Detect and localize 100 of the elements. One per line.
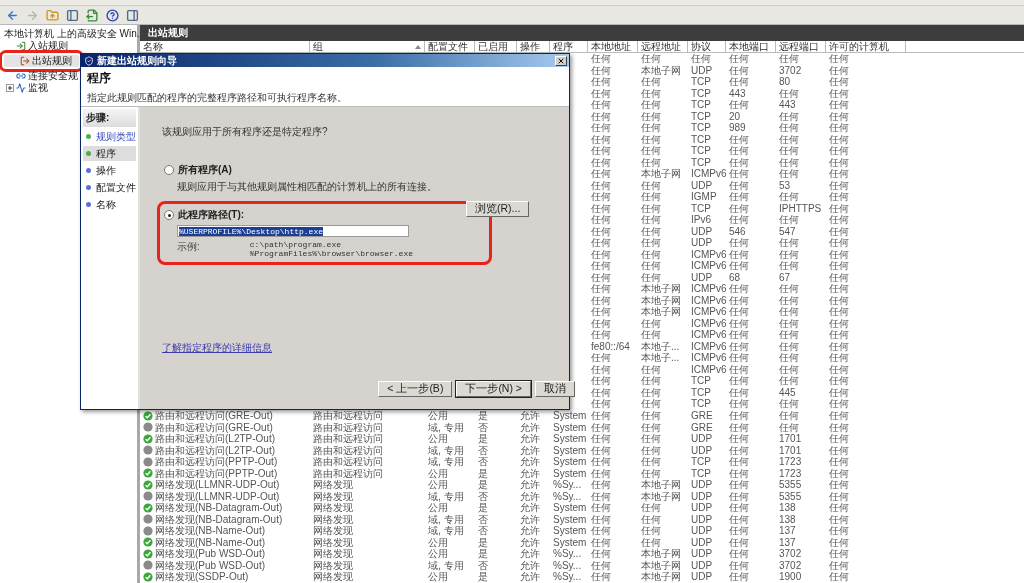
column-header[interactable]: 程序 bbox=[550, 41, 588, 52]
table-cell-text: 任何 bbox=[728, 479, 750, 491]
table-cell-text: 任何 bbox=[590, 375, 612, 387]
option-label[interactable]: 所有程序(A) bbox=[178, 163, 232, 177]
table-cell-text: 任何 bbox=[728, 490, 750, 503]
table-cell-text: 任何 bbox=[640, 410, 662, 422]
table-cell-text: 任何 bbox=[590, 502, 612, 514]
table-cell-text: ICMPv6 bbox=[690, 340, 726, 353]
table-cell-text: 否 bbox=[477, 490, 489, 503]
path-field[interactable]: %USERPROFILE%\Desktop\http.exe bbox=[177, 225, 409, 237]
table-cell-text: 公用 bbox=[427, 433, 449, 445]
table-cell-text: 任何 bbox=[728, 548, 750, 560]
wizard-button[interactable]: 下一步(N) > bbox=[456, 381, 531, 397]
table-cell-text: 网络发现 bbox=[312, 525, 354, 537]
browse-button[interactable]: 浏览(R)... bbox=[466, 201, 530, 217]
table-cell-text: 任何 bbox=[640, 248, 662, 261]
table-cell-text: 任何 bbox=[590, 363, 612, 376]
table-cell-text: 任何 bbox=[828, 433, 850, 445]
table-cell-text: IPv6 bbox=[690, 214, 712, 226]
table-cell-text: ICMPv6 bbox=[690, 363, 726, 376]
table-cell-text: 任何 bbox=[778, 294, 800, 307]
table-cell-text: ICMPv6 bbox=[690, 248, 726, 261]
export-icon[interactable] bbox=[84, 7, 100, 23]
column-header[interactable]: 协议 bbox=[688, 41, 726, 52]
table-cell-text: 任何 bbox=[828, 375, 850, 387]
step-item[interactable]: 名称 bbox=[83, 197, 136, 212]
table-cell-text: 任何 bbox=[778, 87, 800, 100]
wizard-button[interactable]: < 上一步(B) bbox=[378, 381, 453, 397]
table-cell-text: TCP bbox=[690, 398, 712, 410]
tree-item[interactable]: 入站规则 bbox=[0, 40, 137, 52]
column-header[interactable]: 已启用 bbox=[475, 41, 517, 52]
table-cell-text: System bbox=[552, 410, 588, 422]
table-cell-text: 任何 bbox=[778, 156, 800, 169]
table-cell-text: ICMPv6 bbox=[690, 168, 726, 180]
table-cell-text: 任何 bbox=[778, 122, 800, 134]
table-cell-text: 任何 bbox=[640, 525, 662, 537]
column-header[interactable]: 本地端口 bbox=[726, 41, 776, 52]
table-cell-text: 任何 bbox=[828, 214, 850, 226]
table-cell: 网络发现(NB-Name-Out) bbox=[155, 536, 265, 549]
table-cell-text: 443 bbox=[778, 99, 797, 111]
column-header[interactable]: 远程端口 bbox=[776, 41, 826, 52]
table-cell-text: 网络发现 bbox=[312, 490, 354, 502]
table-cell-text: 本地子网 bbox=[640, 283, 682, 295]
tree-pane-icon[interactable] bbox=[64, 7, 80, 23]
help-icon[interactable] bbox=[104, 7, 120, 23]
table-cell-text: 任何 bbox=[640, 53, 662, 65]
table-cell-text: ICMPv6 bbox=[690, 260, 726, 272]
table-cell-text: 任何 bbox=[778, 329, 800, 341]
step-item[interactable]: 规则类型 bbox=[83, 129, 136, 144]
table-cell-text: 任何 bbox=[640, 110, 662, 123]
action-pane-icon[interactable] bbox=[124, 7, 140, 23]
close-button[interactable] bbox=[555, 55, 567, 66]
table-cell-text: 任何 bbox=[828, 99, 850, 111]
table-cell-text: 任何 bbox=[728, 352, 750, 364]
table-cell-text: 任何 bbox=[728, 237, 750, 249]
step-item[interactable]: 操作 bbox=[83, 163, 136, 178]
radio-button[interactable] bbox=[164, 210, 174, 220]
column-header[interactable]: 配置文件 bbox=[425, 41, 475, 52]
table-cell-text: 任何 bbox=[640, 237, 662, 249]
table-cell: 路由和远程访问(GRE-Out) bbox=[155, 421, 273, 433]
radio-button[interactable] bbox=[164, 165, 174, 175]
table-cell-text: 任何 bbox=[640, 260, 662, 272]
step-item[interactable]: 配置文件 bbox=[83, 180, 136, 195]
option-label[interactable]: 此程序路径(T): bbox=[178, 208, 245, 222]
column-header[interactable]: 远程地址 bbox=[638, 41, 688, 52]
table-cell-text: UDP bbox=[690, 479, 714, 491]
table-cell-text: 是 bbox=[477, 433, 489, 445]
table-cell-text: 任何 bbox=[640, 145, 662, 157]
table-cell-text: System bbox=[552, 421, 588, 433]
table-cell-text: 任何 bbox=[590, 237, 612, 249]
table-cell-text: 是 bbox=[477, 467, 489, 480]
table-cell-text: 域, 专用 bbox=[427, 421, 465, 433]
column-header[interactable]: 名称 bbox=[140, 41, 310, 52]
table-cell-text: 任何 bbox=[590, 260, 612, 272]
table-cell-text: 任何 bbox=[778, 398, 800, 410]
table-cell-text: 允许 bbox=[519, 513, 541, 525]
table-cell: 网络发现(Pub WSD-Out) bbox=[155, 559, 265, 572]
table-cell-text: 任何 bbox=[828, 87, 850, 100]
help-link[interactable]: 了解指定程序的详细信息 bbox=[162, 341, 272, 355]
table-cell-text: 5355 bbox=[778, 490, 803, 503]
table-cell-text: 任何 bbox=[590, 271, 612, 284]
step-item[interactable]: 程序 bbox=[83, 146, 136, 161]
table-cell-text: 任何 bbox=[778, 145, 800, 157]
column-header[interactable]: 许可的计算机 bbox=[826, 41, 906, 52]
table-cell-text: 任何 bbox=[728, 168, 750, 180]
column-header[interactable]: 组 bbox=[310, 41, 425, 52]
column-header[interactable]: 本地地址 bbox=[588, 41, 638, 52]
wizard-button[interactable]: 取消 bbox=[535, 381, 575, 397]
inbound-rules-icon bbox=[16, 41, 26, 51]
table-cell-text: 网络发现 bbox=[312, 571, 354, 583]
table-cell-text: 任何 bbox=[828, 271, 850, 284]
table-cell-text: TCP bbox=[690, 122, 712, 134]
table-cell-text: 网络发现 bbox=[312, 548, 354, 560]
table-cell-text: 任何 bbox=[778, 110, 800, 123]
table-cell-text: 任何 bbox=[828, 225, 850, 238]
column-header[interactable]: 操作 bbox=[517, 41, 550, 52]
table-cell-text: 任何 bbox=[590, 283, 612, 295]
table-cell-text: IGMP bbox=[690, 191, 718, 203]
table-cell-text: 任何 bbox=[828, 513, 850, 526]
tree-root[interactable]: 本地计算机 上的高级安全 Win. bbox=[4, 28, 140, 40]
